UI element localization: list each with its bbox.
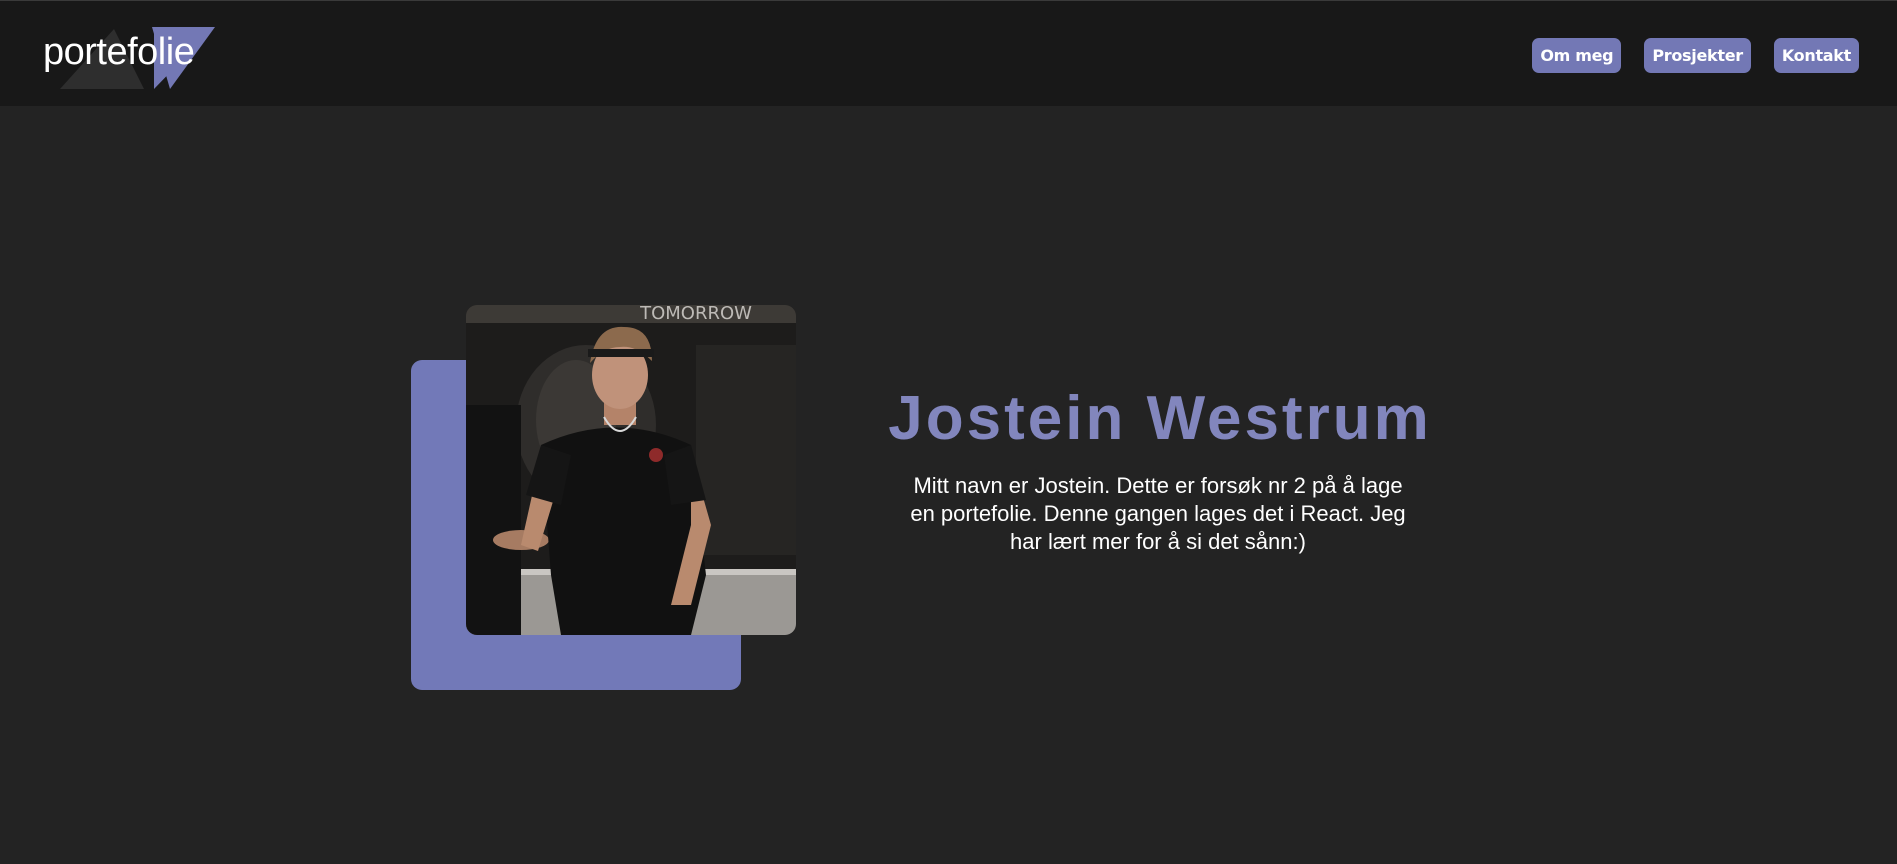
nav-om-meg-button[interactable]: Om meg	[1532, 38, 1622, 73]
nav-kontakt-button[interactable]: Kontakt	[1773, 38, 1859, 73]
top-navbar: portefolie Om meg Prosjekter Kontakt	[0, 0, 1897, 106]
site-logo[interactable]: portefolie	[40, 25, 220, 93]
hero-description: Mitt navn er Jostein. Dette er forsøk nr…	[910, 473, 1406, 554]
main-nav: Om meg Prosjekter Kontakt	[1532, 38, 1859, 73]
profile-photo: TOMORROW	[466, 305, 796, 635]
logo-text: portefolie	[43, 31, 195, 73]
nav-prosjekter-button[interactable]: Prosjekter	[1644, 38, 1751, 73]
photo-sign-text: TOMORROW	[639, 305, 752, 324]
hero-name-heading: Jostein Westrum	[888, 384, 1432, 453]
hero-section: TOMORROW Jostein Westrum Mitt navn er Jo…	[0, 106, 1897, 864]
